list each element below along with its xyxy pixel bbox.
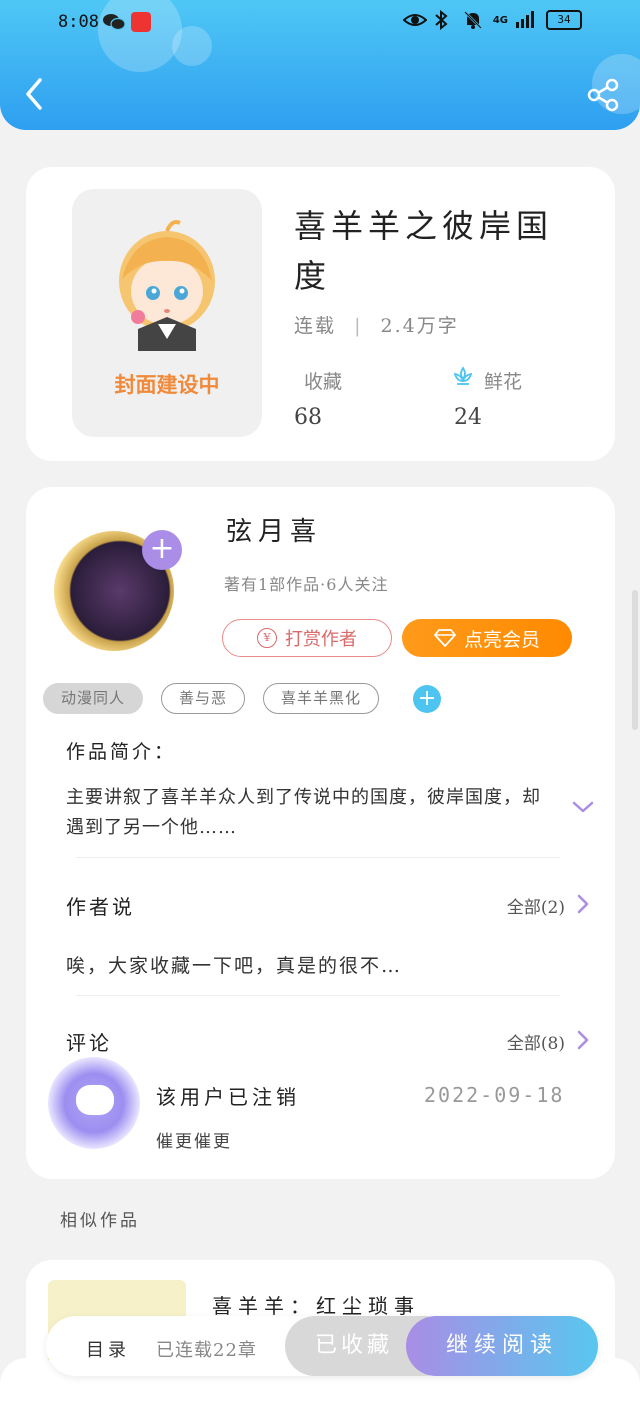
back-button[interactable]: [18, 76, 52, 110]
comments-all-link[interactable]: 全部(8): [507, 1029, 565, 1054]
author-says-all-link[interactable]: 全部(2): [507, 893, 565, 918]
similar-work-title: 喜羊羊：红尘琐事: [212, 1294, 420, 1318]
meta-divider: |: [354, 315, 363, 337]
comment-username: 该用户已注销: [156, 1085, 300, 1109]
comments-more-button[interactable]: [575, 1029, 591, 1051]
expand-intro-button[interactable]: [571, 797, 595, 817]
book-title: 喜羊羊之彼岸国度: [294, 207, 554, 295]
tag-item[interactable]: 善与恶: [161, 683, 246, 714]
chevron-left-icon: [26, 78, 42, 110]
flowers-count: 24: [454, 405, 482, 430]
status-icons: 4G 34: [402, 9, 582, 31]
cover-placeholder-illustration: [119, 220, 215, 351]
share-icon: [587, 78, 619, 112]
divider: [76, 995, 560, 996]
comment-avatar[interactable]: [48, 1057, 140, 1149]
author-says-text: 唉，大家收藏一下吧，真是的很不…: [66, 955, 403, 977]
flower-icon: [452, 365, 474, 387]
diamond-icon: [434, 629, 456, 647]
chevron-down-icon: [572, 801, 594, 813]
author-says-more-button[interactable]: [575, 893, 591, 915]
flowers-label: 鲜花: [484, 371, 523, 393]
divider: [76, 857, 560, 858]
book-info-card: 封面建设中 喜羊羊之彼岸国度 连载 | 2.4万字 收藏 68 鲜花 24: [26, 167, 615, 461]
chevron-right-icon: [577, 894, 589, 914]
cover-placeholder-label: 封面建设中: [114, 373, 220, 397]
comment-date: 2022-09-18: [424, 1083, 565, 1107]
author-says-title: 作者说: [66, 895, 135, 919]
catalog-chapter-count[interactable]: 已连载22章: [156, 1336, 257, 1362]
chevron-right-icon: [577, 1030, 589, 1050]
favorites-count: 68: [294, 405, 322, 430]
bottom-action-bar: 目录 已连载22章 已收藏 继续阅读: [46, 1316, 598, 1376]
continue-reading-button[interactable]: 继续阅读: [406, 1316, 598, 1376]
favorites-label: 收藏: [304, 371, 343, 393]
wechat-icon: [103, 13, 126, 31]
similar-works-title: 相似作品: [60, 1211, 140, 1231]
mute-bell-icon: [463, 10, 485, 30]
tip-author-button[interactable]: ¥ 打赏作者: [222, 619, 392, 657]
status-bar: 8:08 4G 34: [0, 0, 640, 46]
tip-author-label: 打赏作者: [285, 629, 357, 650]
comments-title: 评论: [66, 1031, 112, 1055]
book-word-count: 2.4万字: [380, 315, 459, 337]
coin-icon: ¥: [257, 628, 277, 648]
network-type: 4G: [492, 14, 508, 26]
tag-list: 动漫同人 善与恶 喜羊羊黑化 +: [43, 683, 442, 714]
battery-indicator: 34: [546, 10, 582, 30]
vip-button-label: 点亮会员: [463, 628, 540, 651]
vip-button[interactable]: 点亮会员: [402, 619, 572, 657]
chat-bubble-icon: [76, 1085, 114, 1115]
book-cover[interactable]: 封面建设中: [72, 189, 262, 437]
follow-author-button[interactable]: +: [142, 530, 182, 570]
intro-title: 作品简介：: [66, 741, 177, 763]
share-button[interactable]: [586, 78, 620, 112]
signal-icon: [516, 10, 538, 30]
author-stats: 著有1部作品·6人关注: [224, 575, 389, 594]
eye-icon: [402, 10, 428, 30]
author-card: + 弦月喜 著有1部作品·6人关注 ¥ 打赏作者 点亮会员 动漫同人 善与恶 喜…: [26, 487, 615, 1179]
book-status: 连载: [294, 315, 337, 337]
status-time: 8:08: [58, 12, 99, 32]
app-notification-icon: [131, 12, 151, 32]
comment-text: 催更催更: [156, 1132, 232, 1152]
tag-item[interactable]: 喜羊羊黑化: [263, 683, 380, 714]
scrollbar[interactable]: [632, 590, 638, 730]
add-tag-button[interactable]: +: [413, 684, 442, 713]
catalog-button[interactable]: 目录: [86, 1336, 130, 1362]
bluetooth-icon: [433, 9, 455, 31]
intro-text: 主要讲叙了喜羊羊众人到了传说中的国度，彼岸国度，却遇到了另一个他……: [66, 787, 541, 838]
tag-item[interactable]: 动漫同人: [43, 683, 144, 714]
author-name[interactable]: 弦月喜: [226, 511, 322, 548]
header: 8:08 4G 34: [0, 0, 640, 130]
book-meta: 连载 | 2.4万字: [294, 311, 459, 338]
